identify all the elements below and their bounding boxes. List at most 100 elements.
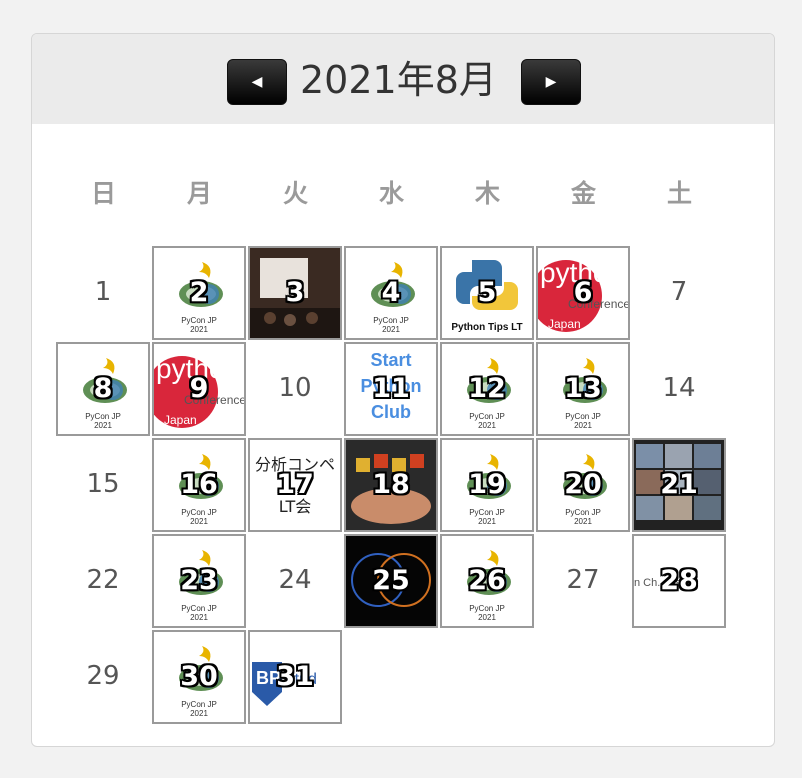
svg-text:PyCon JP: PyCon JP [565,412,601,421]
svg-text:PyCon JP: PyCon JP [181,604,217,613]
calendar-day-17[interactable]: 分析コンペ LT会 17 [248,438,342,532]
day-number: 21 [660,469,698,500]
next-arrow-icon: ▶ [545,74,557,90]
calendar-day-18[interactable]: 18 [344,438,438,532]
prev-month-button[interactable]: ◀ [227,59,287,105]
svg-text:Python Tips LT: Python Tips LT [451,322,522,333]
day-number: 31 [276,661,314,692]
svg-text:PyCon JP: PyCon JP [181,700,217,709]
calendar-day-21[interactable]: 21 [632,438,726,532]
day-number: 22 [86,565,120,595]
calendar-day-20[interactable]: PyCon JP 2021 20 [536,438,630,532]
day-number: 11 [372,373,410,404]
svg-text:2021: 2021 [478,421,496,430]
calendar-day-5[interactable]: Python Tips LT 5 [440,246,534,340]
calendar-day-15: 15 [56,438,150,532]
calendar-day-29: 29 [56,630,150,724]
calendar-day-3[interactable]: 3 [248,246,342,340]
day-number: 27 [566,565,600,595]
day-number: 2 [189,277,209,308]
day-number: 19 [468,469,506,500]
calendar-day-26[interactable]: PyCon JP 2021 26 [440,534,534,628]
calendar-day-1: 1 [56,246,150,340]
svg-text:PyCon JP: PyCon JP [469,412,505,421]
day-number: 16 [180,469,218,500]
calendar-header: ◀ 2021年8月 ▶ [32,34,774,124]
day-number: 4 [381,277,401,308]
day-number: 15 [86,469,120,499]
calendar-day-12[interactable]: PyCon JP 2021 12 [440,342,534,436]
svg-text:2021: 2021 [190,517,208,526]
day-number: 30 [180,661,218,692]
day-number: 10 [278,373,312,403]
calendar-day-27: 27 [536,534,630,628]
svg-text:2021: 2021 [478,613,496,622]
day-number: 23 [180,565,218,596]
svg-text:PyCon JP: PyCon JP [85,412,121,421]
calendar-day-4[interactable]: PyCon JP 2021 4 [344,246,438,340]
svg-text:Japan: Japan [548,317,581,331]
svg-text:PyCon JP: PyCon JP [181,316,217,325]
day-number: 5 [477,277,497,308]
day-number: 13 [564,373,602,404]
calendar-day-8[interactable]: PyCon JP 2021 8 [56,342,150,436]
calendar-day-24: 24 [248,534,342,628]
svg-text:2021: 2021 [574,421,592,430]
svg-text:2021: 2021 [190,709,208,718]
day-number: 17 [276,469,314,500]
weekday-header: 火 [282,179,308,208]
day-number: 29 [86,661,120,691]
calendar-day-11[interactable]: Start Python Club 11 [344,342,438,436]
calendar-day-10: 10 [248,342,342,436]
svg-text:PyCon JP: PyCon JP [181,508,217,517]
svg-text:2021: 2021 [94,421,112,430]
calendar-day-14: 14 [632,342,726,436]
weekday-header: 木 [474,179,500,208]
day-number: 1 [94,277,112,307]
weekday-header: 金 [570,179,596,208]
calendar-day-7: 7 [632,246,726,340]
weekday-header: 水 [378,179,404,208]
calendar-day-25[interactable]: 25 [344,534,438,628]
calendar-day-9[interactable]: pytho Conference Japan 9 [152,342,246,436]
calendar-day-28[interactable]: n Ch... es in 28 [632,534,726,628]
weekday-header: 日 [90,179,116,208]
day-number: 8 [93,373,113,404]
day-number: 6 [573,277,593,308]
calendar-day-6[interactable]: pytho Conference Japan 6 [536,246,630,340]
svg-text:Start: Start [370,350,411,370]
calendar-day-31[interactable]: BP Stud 31 [248,630,342,724]
next-month-button[interactable]: ▶ [521,59,581,105]
calendar-widget: ◀ 2021年8月 ▶ 日月火水木金土1 PyCon JP 2021 2 3 P… [31,33,775,747]
day-number: 14 [662,373,696,403]
day-number: 25 [372,565,410,596]
day-number: 24 [278,565,312,595]
svg-text:PyCon JP: PyCon JP [469,604,505,613]
weekday-header: 月 [186,179,212,208]
svg-text:PyCon JP: PyCon JP [469,508,505,517]
svg-text:PyCon JP: PyCon JP [373,316,409,325]
svg-text:2021: 2021 [574,517,592,526]
day-number: 9 [189,373,209,404]
day-number: 26 [468,565,506,596]
calendar-day-23[interactable]: PyCon JP 2021 23 [152,534,246,628]
svg-text:2021: 2021 [190,613,208,622]
prev-arrow-icon: ◀ [251,74,263,90]
calendar-day-30[interactable]: PyCon JP 2021 30 [152,630,246,724]
day-number: 3 [285,277,305,308]
day-number: 20 [564,469,602,500]
svg-text:PyCon JP: PyCon JP [565,508,601,517]
calendar-day-2[interactable]: PyCon JP 2021 2 [152,246,246,340]
day-number: 28 [660,565,698,596]
svg-text:2021: 2021 [190,325,208,334]
weekday-header: 土 [666,179,692,208]
calendar-day-22: 22 [56,534,150,628]
svg-text:2021: 2021 [478,517,496,526]
svg-text:Japan: Japan [164,413,197,427]
day-number: 12 [468,373,506,404]
month-title: 2021年8月 [300,58,497,102]
svg-text:2021: 2021 [382,325,400,334]
calendar-day-19[interactable]: PyCon JP 2021 19 [440,438,534,532]
calendar-day-13[interactable]: PyCon JP 2021 13 [536,342,630,436]
calendar-day-16[interactable]: PyCon JP 2021 16 [152,438,246,532]
